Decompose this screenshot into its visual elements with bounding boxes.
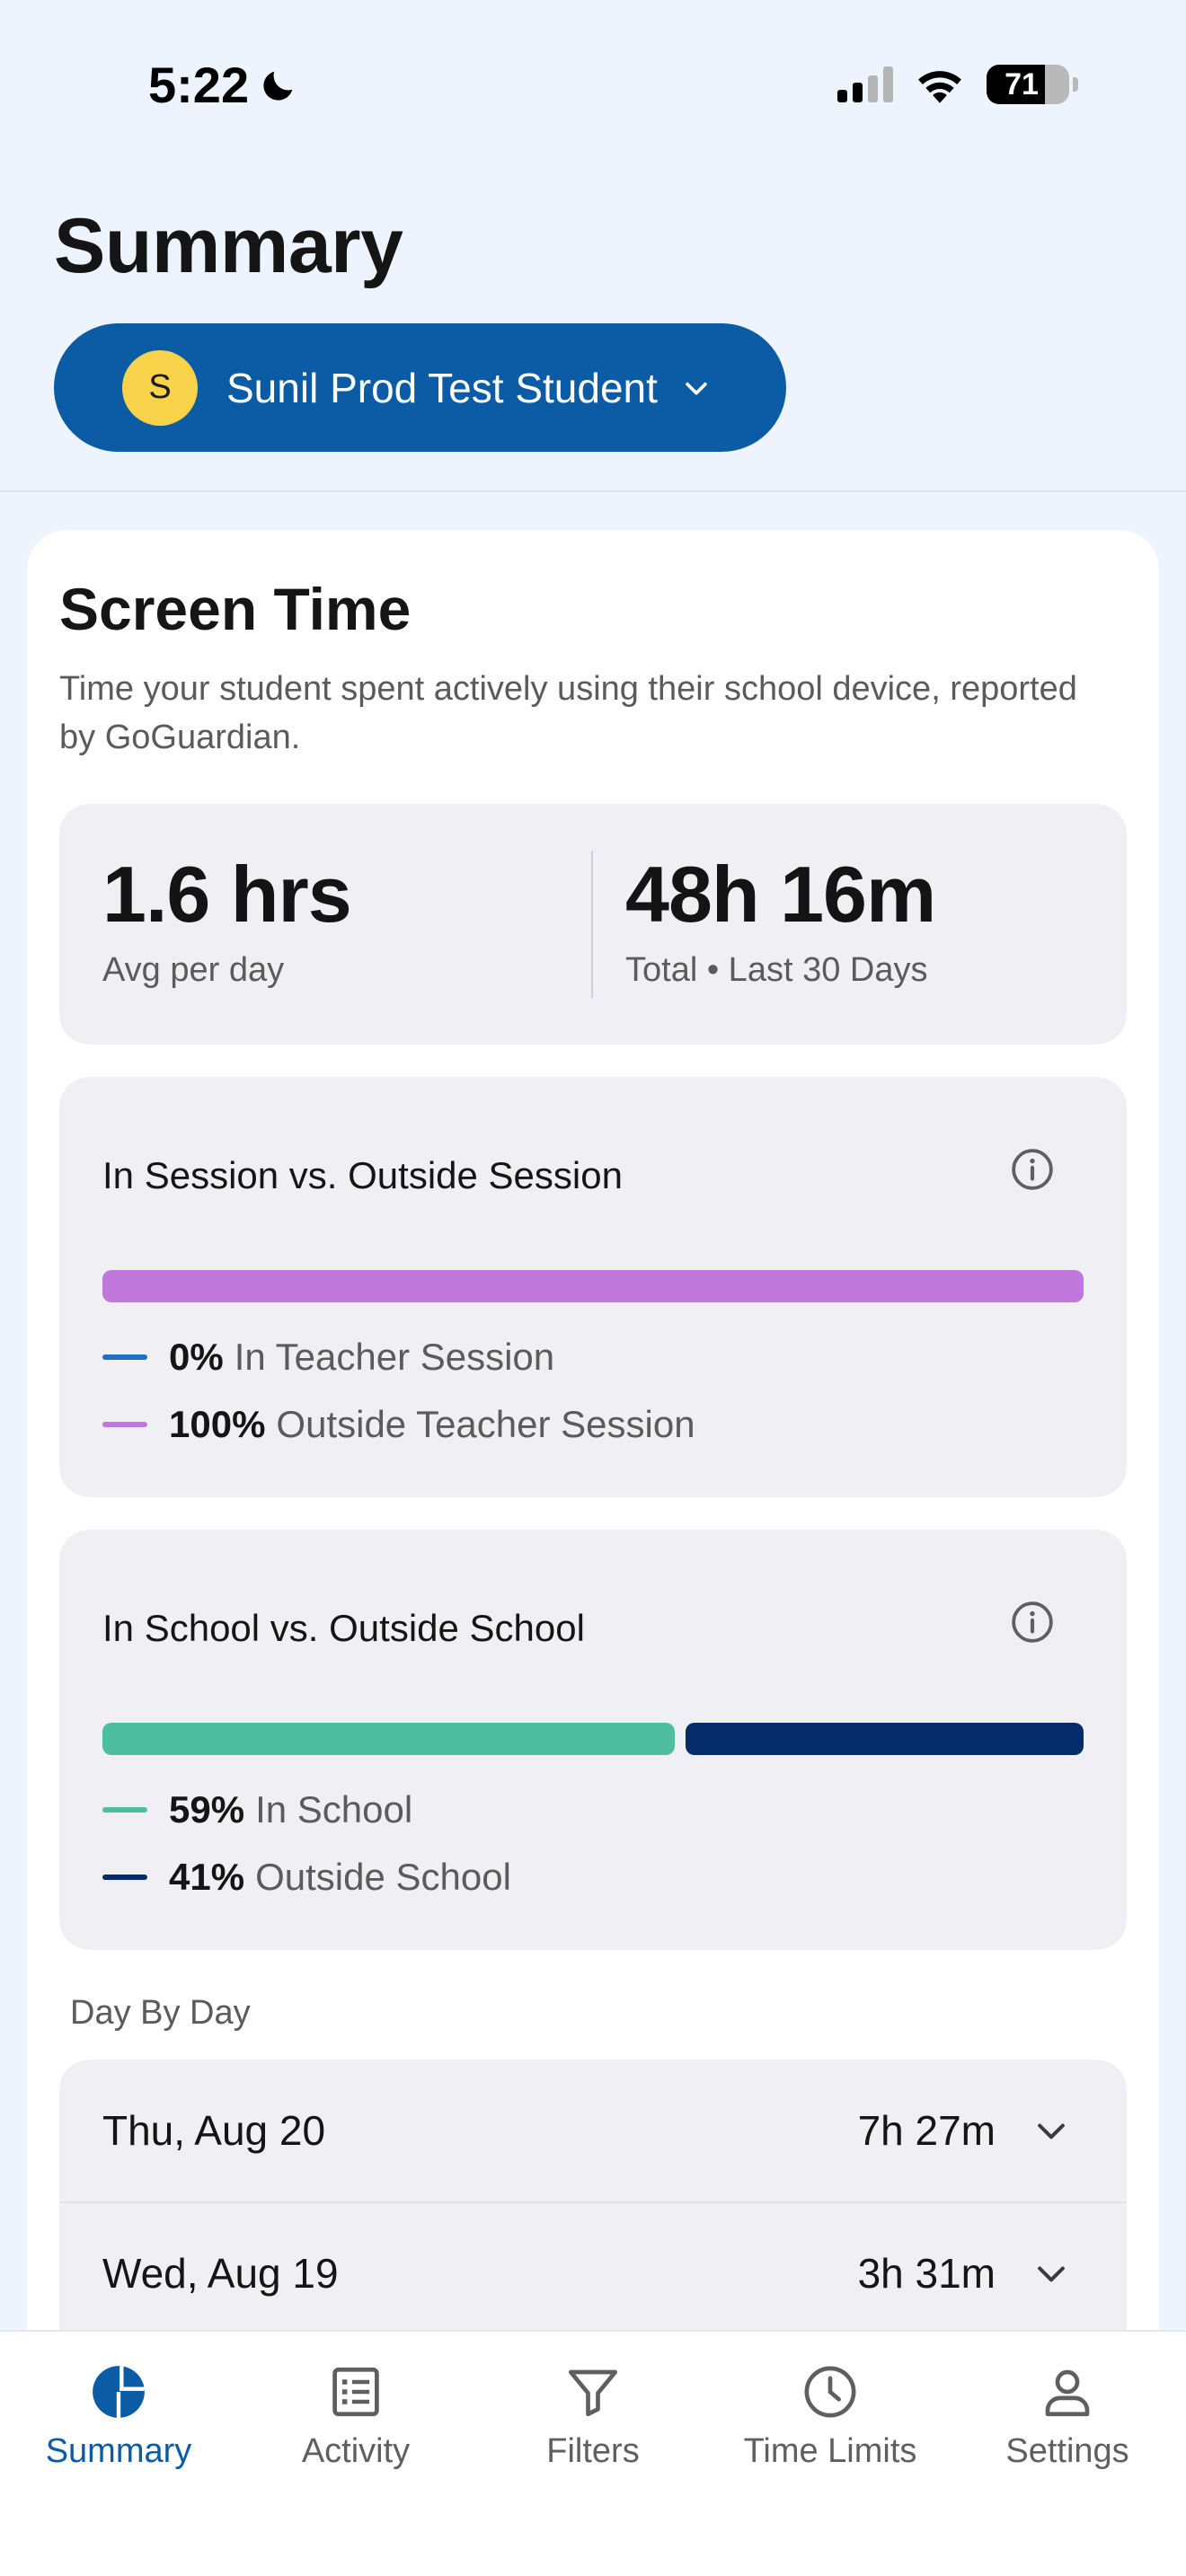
student-picker-button[interactable]: S Sunil Prod Test Student (54, 323, 786, 452)
chevron-down-icon (686, 382, 707, 395)
tab-time-limits[interactable]: Time Limits (712, 2362, 949, 2471)
session-split-title: In Session vs. Outside Session (102, 1154, 623, 1196)
avg-value: 1.6 hrs (102, 850, 352, 939)
filter-icon (568, 2369, 618, 2417)
day-row[interactable]: Wed, Aug 19 3h 31m (59, 2201, 1127, 2343)
legend-label: In Teacher Session (234, 1336, 555, 1378)
status-indicators: 71 (837, 65, 1078, 104)
day-by-day-title: Day By Day (70, 1994, 251, 2032)
day-date: Wed, Aug 19 (102, 2250, 339, 2297)
bar-segment (686, 1723, 1084, 1755)
battery-level: 71 (1005, 66, 1039, 101)
moon-icon (263, 71, 293, 101)
legend-item-outside-school: 41% Outside School (102, 1856, 511, 1899)
tab-settings[interactable]: Settings (949, 2362, 1186, 2471)
tab-label: Activity (301, 2432, 411, 2470)
chevron-down-icon (1038, 2123, 1065, 2139)
info-icon[interactable] (1010, 1600, 1055, 1645)
screen-time-title: Screen Time (59, 576, 412, 642)
screen-time-card[interactable]: Screen Time Time your student spent acti… (27, 530, 1159, 2419)
session-split-bar (102, 1270, 1084, 1302)
status-time: 5:22 (148, 56, 299, 114)
tab-activity[interactable]: Activity (237, 2362, 474, 2471)
header-divider (0, 490, 1186, 492)
school-split-bar (102, 1723, 1084, 1755)
day-duration: 3h 31m (857, 2250, 996, 2297)
person-icon (1045, 2369, 1090, 2417)
day-date: Thu, Aug 20 (102, 2107, 326, 2154)
status-bar: 5:22 71 (0, 0, 1186, 171)
battery-icon: 71 (987, 65, 1069, 104)
stats-panel: 1.6 hrs Avg per day 48h 16m Total • Last… (59, 804, 1127, 1045)
status-time-text: 5:22 (148, 57, 250, 113)
legend-pct: 100% (169, 1403, 266, 1445)
chevron-down-icon (1038, 2266, 1065, 2282)
cellular-signal-icon (837, 66, 893, 102)
tab-label: Summary (45, 2432, 192, 2470)
legend-pct: 59% (169, 1788, 245, 1831)
tab-label: Filters (546, 2432, 640, 2470)
legend-label: Outside Teacher Session (276, 1403, 695, 1445)
tab-label: Time Limits (743, 2432, 917, 2470)
tab-filters[interactable]: Filters (474, 2362, 712, 2471)
total-value: 48h 16m (625, 850, 936, 939)
page-title: Summary (54, 203, 403, 289)
avatar: S (122, 349, 198, 426)
list-icon (332, 2367, 379, 2417)
stats-divider (591, 851, 593, 998)
legend-line (102, 1807, 147, 1813)
day-row[interactable]: Thu, Aug 20 7h 27m (59, 2060, 1127, 2201)
legend-pct: 0% (169, 1336, 224, 1378)
legend-item-in-session: 0% In Teacher Session (102, 1336, 554, 1379)
legend-item-outside-session: 100% Outside Teacher Session (102, 1403, 695, 1446)
clock-icon (804, 2366, 856, 2418)
school-split-panel: In School vs. Outside School 59% In Scho… (59, 1530, 1127, 1950)
legend-label: In School (255, 1788, 413, 1831)
legend-item-in-school: 59% In School (102, 1788, 412, 1831)
avg-stat: 1.6 hrs Avg per day (102, 849, 352, 990)
school-split-title: In School vs. Outside School (102, 1607, 585, 1649)
tab-summary[interactable]: Summary (0, 2362, 237, 2471)
bottom-tab-bar: Summary Activity Filters Time Limits Set… (0, 2330, 1186, 2576)
legend-line (102, 1354, 147, 1360)
day-duration: 7h 27m (857, 2107, 996, 2154)
session-split-panel: In Session vs. Outside Session 0% In Tea… (59, 1077, 1127, 1497)
legend-pct: 41% (169, 1856, 245, 1898)
legend-line (102, 1875, 147, 1880)
student-name: Sunil Prod Test Student (226, 364, 658, 411)
bar-segment (102, 1270, 1084, 1302)
pie-chart-icon (93, 2366, 145, 2419)
total-label: Total • Last 30 Days (625, 951, 928, 989)
tab-label: Settings (1005, 2432, 1129, 2470)
screen-time-description: Time your student spent actively using t… (59, 670, 1077, 756)
wifi-icon (918, 71, 961, 103)
legend-line (102, 1422, 147, 1427)
legend-label: Outside School (255, 1856, 511, 1898)
total-stat: 48h 16m Total • Last 30 Days (625, 849, 936, 990)
avg-label: Avg per day (102, 951, 285, 989)
info-icon[interactable] (1010, 1147, 1055, 1192)
bar-segment (102, 1723, 676, 1755)
battery-tip (1073, 77, 1078, 92)
